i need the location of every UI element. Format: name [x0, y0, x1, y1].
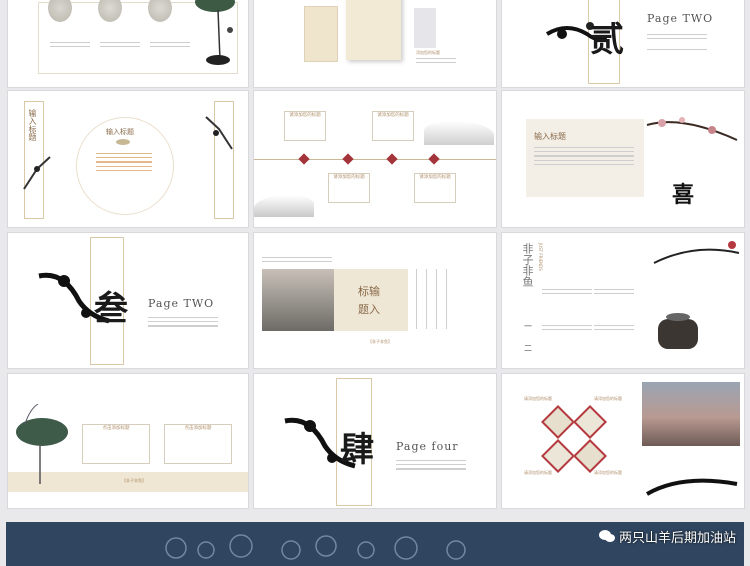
slide-4-leaf-icon — [116, 139, 130, 145]
slide-8-title-1: 标输 — [358, 285, 380, 298]
slide-8-title-panel — [334, 269, 408, 331]
slide-5[interactable]: 请添加您的标题 请添加您的标题 请添加您的标题 请添加您的标题 — [254, 91, 496, 227]
label-box-2: 请添加您的标题 — [372, 111, 414, 141]
text-box-2: 点击添加标题 — [164, 424, 232, 464]
slide-8-tag: 【非子非鱼】 — [368, 339, 392, 344]
slide-4-vertical-title: 输入标题 — [28, 109, 37, 141]
lotus-ink-icon — [195, 0, 235, 65]
slide-10-tag: 【非子非鱼】 — [122, 478, 146, 483]
slide-4[interactable]: 输入标题 输入标题 — [8, 91, 248, 227]
mountain-ink — [424, 121, 494, 145]
slide-7-page: Page TWO — [148, 297, 215, 310]
slide-6[interactable]: 输入标题 喜 — [502, 91, 744, 227]
mountain-photo-2 — [642, 382, 740, 446]
slide-6-title: 输入标题 — [534, 132, 566, 141]
slide-7-char: 叁 — [94, 289, 128, 329]
slide-2[interactable]: 添加您的标题 — [254, 0, 496, 87]
tile-2 — [573, 405, 607, 439]
text-box-1: 点击添加标题 — [82, 424, 150, 464]
slide-6-seal: 喜 — [672, 182, 695, 208]
diamond-2 — [342, 153, 354, 165]
diamond-1 — [298, 153, 310, 165]
slide-12-label-1: 请添加您的标题 — [524, 396, 552, 401]
slide-12-label-4: 请添加您的标题 — [594, 470, 622, 475]
slide-9-sub: JUST FRIENDS — [538, 243, 543, 271]
paper-card-3 — [414, 8, 436, 48]
mountain-ink-2 — [254, 195, 314, 217]
slide-3[interactable]: 贰 Page TWO — [502, 0, 744, 87]
tile-4 — [573, 439, 607, 473]
tile-1 — [541, 405, 575, 439]
lotus-leaf-icon — [16, 404, 68, 484]
slide-9[interactable]: 非子非鱼 JUST FRIENDS 一 二 — [502, 233, 744, 368]
label-box-3: 请添加您的标题 — [328, 173, 370, 203]
slide-12-label-2: 请添加您的标题 — [594, 396, 622, 401]
slide-grid: 添加您的标题 贰 Page TWO 输入标题 输入标题 请添加您的标题 请添加您… — [0, 0, 750, 514]
slide-7[interactable]: 叁 Page TWO — [8, 233, 248, 368]
slide-11-page: Page four — [396, 440, 459, 453]
plum-branch-icon-2 — [205, 116, 233, 150]
slide-8[interactable]: 标输 题入 【非子非鱼】 — [254, 233, 496, 368]
slide-9-num-1: 一 — [524, 322, 532, 331]
paper-card-2 — [346, 0, 401, 60]
slide-9-title: 非子非鱼 — [521, 243, 534, 287]
slide-12-label-3: 请添加您的标题 — [524, 470, 552, 475]
tile-3 — [541, 439, 575, 473]
ink-landscape-icon — [653, 241, 740, 349]
wechat-icon — [598, 530, 615, 542]
slide-11-char: 肆 — [340, 430, 374, 470]
label-box-4: 请添加您的标题 — [414, 173, 456, 203]
diamond-3 — [386, 153, 398, 165]
slide-10[interactable]: 点击添加标题 点击添加标题 【非子非鱼】 — [8, 374, 248, 508]
slide-4-circle-title: 输入标题 — [106, 128, 134, 136]
paper-card-1 — [304, 6, 338, 62]
mountain-photo — [262, 269, 336, 331]
label-box-1: 请添加您的标题 — [284, 111, 326, 141]
slide-1[interactable] — [8, 0, 248, 87]
slide-12[interactable]: 请添加您的标题 请添加您的标题 请添加您的标题 请添加您的标题 — [502, 374, 744, 508]
diamond-4 — [428, 153, 440, 165]
watermark: 两只山羊后期加油站 — [593, 525, 742, 547]
watermark-text: 两只山羊后期加油站 — [618, 530, 736, 546]
ink-brush-icon — [646, 478, 738, 496]
slide-8-title-2: 题入 — [358, 303, 380, 316]
slide-11[interactable]: 肆 Page four — [254, 374, 496, 508]
slide-2-label: 添加您的标题 — [416, 50, 440, 55]
slide-9-num-2: 二 — [524, 344, 532, 353]
slide-3-char: 贰 — [590, 20, 624, 60]
plum-branch-icon — [23, 156, 51, 190]
slide-3-page: Page TWO — [647, 12, 714, 25]
